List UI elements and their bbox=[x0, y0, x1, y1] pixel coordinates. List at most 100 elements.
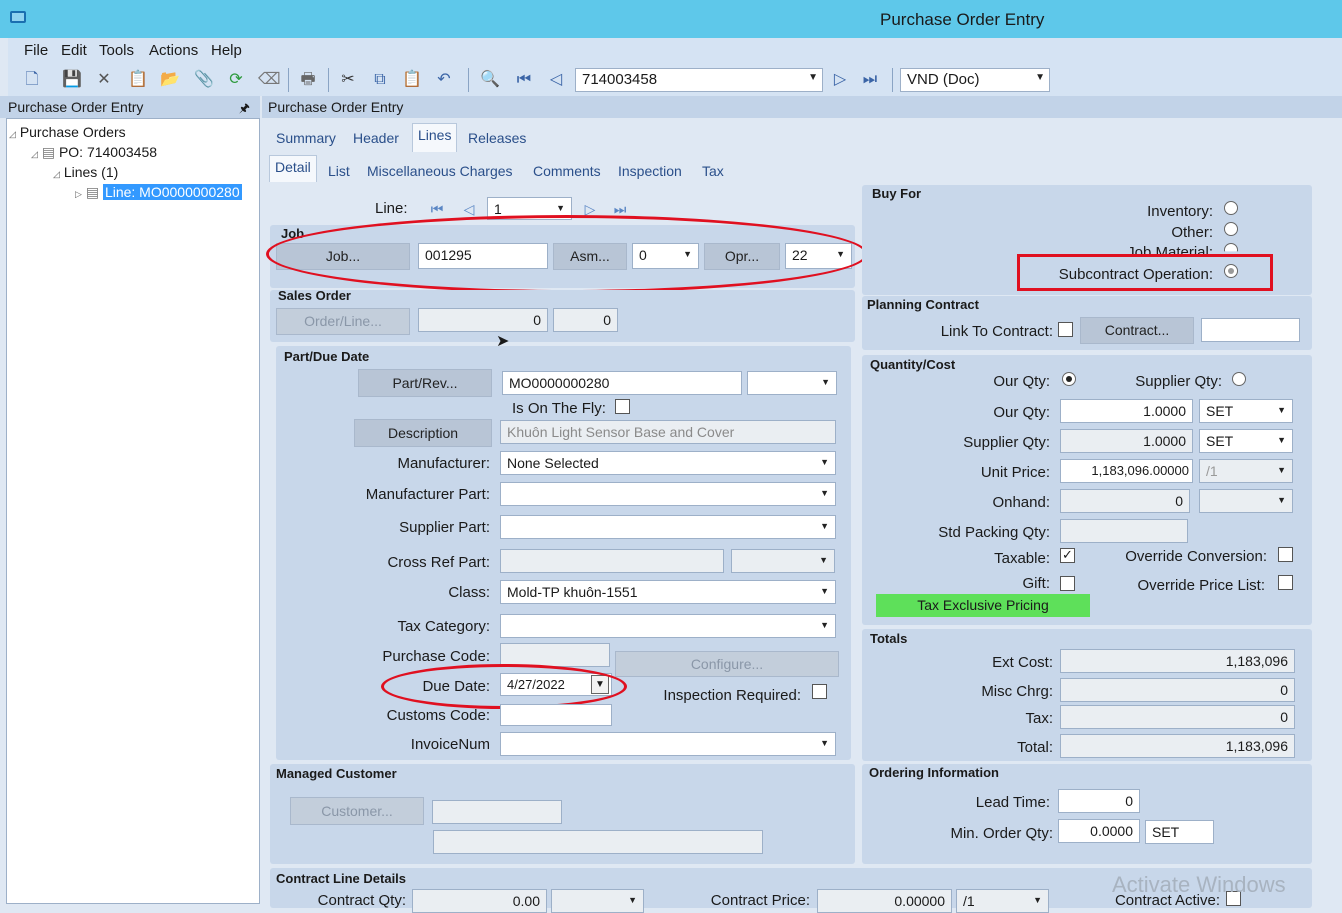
refresh-icon[interactable]: ⟳ bbox=[226, 70, 246, 90]
min-order-uom-field[interactable]: SET bbox=[1145, 820, 1214, 844]
menu-file[interactable]: File bbox=[24, 42, 48, 59]
customer-id-field[interactable] bbox=[432, 800, 562, 824]
cross-ref-part-field[interactable] bbox=[500, 549, 724, 573]
link-to-contract-checkbox[interactable] bbox=[1058, 322, 1073, 337]
tree-node-line[interactable]: ▷ ▤ Line: MO0000000280 bbox=[75, 184, 242, 201]
manufacturer-part-select[interactable] bbox=[500, 482, 836, 506]
tree-node-purchase-orders[interactable]: ◿ Purchase Orders bbox=[9, 124, 126, 140]
part-number-field[interactable]: MO0000000280 bbox=[502, 371, 742, 395]
gift-checkbox[interactable] bbox=[1060, 576, 1075, 591]
pin-icon[interactable]: 🖈 bbox=[239, 99, 250, 120]
supplier-part-select[interactable] bbox=[500, 515, 836, 539]
contract-price-per-select[interactable]: /1 bbox=[956, 889, 1049, 913]
our-qty-radio[interactable] bbox=[1062, 372, 1076, 386]
other-radio[interactable] bbox=[1224, 222, 1238, 236]
total-field[interactable]: 1,183,096 bbox=[1060, 734, 1295, 758]
customs-code-field[interactable] bbox=[500, 704, 612, 726]
price-per-select[interactable]: /1 bbox=[1199, 459, 1293, 483]
inventory-radio[interactable] bbox=[1224, 201, 1238, 215]
tax-field[interactable]: 0 bbox=[1060, 705, 1295, 729]
contract-line-section-title: Contract Line Details bbox=[276, 871, 407, 886]
search-icon[interactable]: 🔍 bbox=[480, 70, 500, 90]
open-folder-icon[interactable]: 📂 bbox=[160, 70, 180, 90]
contract-qty-field[interactable]: 0.00 bbox=[412, 889, 547, 913]
manufacturer-select[interactable]: None Selected bbox=[500, 451, 836, 475]
print-icon[interactable]: 🖶 bbox=[298, 70, 318, 90]
sales-order-line[interactable]: 0 bbox=[553, 308, 618, 332]
unit-price-field[interactable]: 1,183,096.00000 bbox=[1060, 459, 1193, 483]
configure-button[interactable]: Configure... bbox=[615, 651, 839, 677]
tab-summary[interactable]: Summary bbox=[276, 130, 336, 146]
supplier-uom-select[interactable]: SET bbox=[1199, 429, 1293, 453]
paste-icon[interactable]: 📋 bbox=[402, 70, 422, 90]
menu-help[interactable]: Help bbox=[211, 42, 242, 59]
menu-tools[interactable]: Tools bbox=[99, 42, 134, 59]
delete-icon[interactable]: ✕ bbox=[94, 70, 114, 90]
onhand-field[interactable]: 0 bbox=[1060, 489, 1190, 513]
tab-list[interactable]: List bbox=[328, 163, 350, 179]
override-conversion-checkbox[interactable] bbox=[1278, 547, 1293, 562]
std-packing-qty-field[interactable] bbox=[1060, 519, 1188, 543]
invoice-num-select[interactable] bbox=[500, 732, 836, 756]
inspection-required-checkbox[interactable] bbox=[812, 684, 827, 699]
tree-node-po[interactable]: ◿ ▤ PO: 714003458 bbox=[31, 144, 157, 161]
misc-charge-field[interactable]: 0 bbox=[1060, 678, 1295, 702]
new-icon[interactable]: 🗋 bbox=[22, 70, 42, 90]
onhand-uom-select[interactable] bbox=[1199, 489, 1293, 513]
taxable-checkbox[interactable]: ✓ bbox=[1060, 548, 1075, 563]
currency-combo[interactable]: VND (Doc) ▼ bbox=[900, 68, 1050, 92]
tab-detail[interactable]: Detail bbox=[269, 155, 317, 182]
contract-button[interactable]: Contract... bbox=[1080, 317, 1194, 344]
supplier-qty-radio[interactable] bbox=[1232, 372, 1246, 386]
tab-header[interactable]: Header bbox=[353, 130, 399, 146]
po-number-combo[interactable]: 714003458 ▼ bbox=[575, 68, 823, 92]
ext-cost-field[interactable]: 1,183,096 bbox=[1060, 649, 1295, 673]
supplier-qty-field[interactable]: 1.0000 bbox=[1060, 429, 1193, 453]
contract-uom-select[interactable] bbox=[551, 889, 644, 913]
our-qty-field[interactable]: 1.0000 bbox=[1060, 399, 1193, 423]
tree-node-lines[interactable]: ◿ Lines (1) bbox=[53, 164, 118, 180]
lead-time-field[interactable]: 0 bbox=[1058, 789, 1140, 813]
description-button[interactable]: Description bbox=[354, 419, 492, 447]
save-icon[interactable]: 💾 bbox=[62, 70, 82, 90]
first-line-icon[interactable]: ⏮ bbox=[428, 200, 446, 218]
menu-actions[interactable]: Actions bbox=[149, 42, 198, 59]
class-select[interactable]: Mold-TP khuôn-1551 bbox=[500, 580, 836, 604]
contract-field[interactable] bbox=[1201, 318, 1300, 342]
left-panel-header: Purchase Order Entry 🖈 bbox=[0, 96, 260, 118]
tab-misc-charges[interactable]: Miscellaneous Charges bbox=[367, 163, 513, 179]
tab-releases[interactable]: Releases bbox=[468, 130, 526, 146]
prev-line-icon[interactable]: ◁ bbox=[460, 200, 478, 218]
our-uom-select[interactable]: SET bbox=[1199, 399, 1293, 423]
tab-inspection[interactable]: Inspection bbox=[618, 163, 682, 179]
paperclip-icon[interactable]: 📎 bbox=[194, 70, 214, 90]
cross-ref-select[interactable] bbox=[731, 549, 835, 573]
title-bar: Purchase Order Entry bbox=[0, 0, 1342, 38]
cut-icon[interactable]: ✂ bbox=[338, 70, 358, 90]
menu-edit[interactable]: Edit bbox=[61, 42, 87, 59]
copy-icon[interactable]: ⧉ bbox=[370, 70, 390, 90]
attachments-icon[interactable]: 📋 bbox=[128, 70, 148, 90]
tab-lines[interactable]: Lines bbox=[412, 123, 458, 152]
supplier-qty-radio-label: Supplier Qty: bbox=[1135, 373, 1222, 390]
description-field[interactable]: Khuôn Light Sensor Base and Cover bbox=[500, 420, 836, 444]
order-line-button[interactable]: Order/Line... bbox=[276, 308, 410, 335]
part-rev-button[interactable]: Part/Rev... bbox=[358, 369, 492, 397]
contract-price-field[interactable]: 0.00000 bbox=[817, 889, 952, 913]
tax-category-select[interactable] bbox=[500, 614, 836, 638]
override-price-list-checkbox[interactable] bbox=[1278, 575, 1293, 590]
revision-select[interactable] bbox=[747, 371, 837, 395]
customer-button[interactable]: Customer... bbox=[290, 797, 424, 825]
on-the-fly-checkbox[interactable] bbox=[615, 399, 630, 414]
clear-icon[interactable]: ⌫ bbox=[258, 70, 281, 90]
undo-icon[interactable]: ↶ bbox=[434, 70, 454, 90]
first-record-icon[interactable]: ⏮ bbox=[514, 70, 534, 90]
tab-tax[interactable]: Tax bbox=[702, 163, 724, 179]
prev-record-icon[interactable]: ◁ bbox=[546, 70, 566, 90]
min-order-qty-field[interactable]: 0.0000 bbox=[1058, 819, 1140, 843]
tab-comments[interactable]: Comments bbox=[533, 163, 601, 179]
sales-order-number[interactable]: 0 bbox=[418, 308, 548, 332]
customer-name-field[interactable] bbox=[433, 830, 763, 854]
next-record-icon[interactable]: ▷ bbox=[830, 70, 850, 90]
last-record-icon[interactable]: ⏭ bbox=[860, 70, 880, 90]
